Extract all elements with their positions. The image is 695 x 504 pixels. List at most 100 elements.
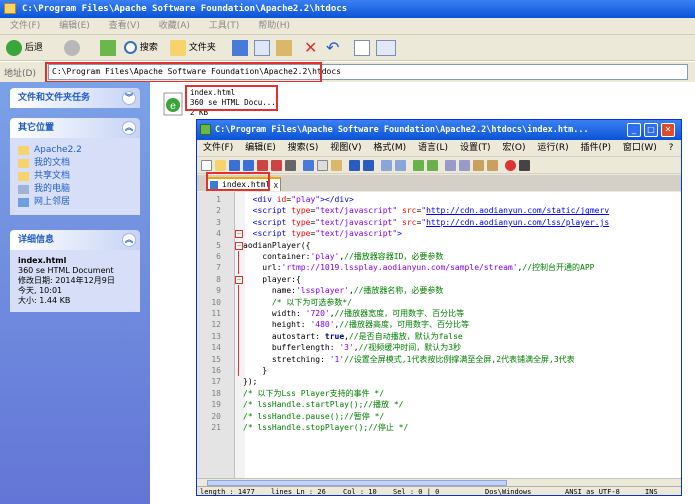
npp-menu-edit[interactable]: 编辑(E) [245, 143, 276, 153]
npp-menu-search[interactable]: 搜索(S) [288, 143, 319, 153]
show-symbols-icon[interactable] [473, 160, 484, 171]
forward-button[interactable] [64, 38, 80, 58]
find-icon[interactable] [381, 160, 392, 171]
status-length: length : 1477 [200, 488, 255, 496]
npp-menu-run[interactable]: 运行(R) [537, 143, 568, 153]
status-col: Col : 10 [343, 488, 377, 496]
ie-file-icon[interactable]: e [162, 92, 184, 116]
record-macro-icon[interactable] [505, 160, 516, 171]
horizontal-scrollbar[interactable] [197, 478, 681, 486]
places-panel-header[interactable]: 其它位置 ︽ [10, 118, 140, 138]
stop-macro-icon[interactable] [519, 160, 530, 171]
copy-icon[interactable] [317, 160, 328, 171]
detail-modified: 修改日期: 2014年12月9日 [18, 276, 115, 285]
status-encoding: ANSI as UTF-8 [565, 488, 620, 496]
place-my-documents[interactable]: 我的文档 [18, 157, 132, 170]
chevron-up-icon[interactable]: ︽ [122, 233, 136, 247]
save-icon[interactable] [229, 160, 240, 171]
zoom-out-icon[interactable] [427, 160, 438, 171]
menu-favorites[interactable]: 收藏(A) [159, 21, 190, 31]
code-line: 18/* 以下为Lss Player支持的事件 */ [211, 388, 385, 398]
npp-menu-plugins[interactable]: 插件(P) [581, 143, 611, 153]
copy-icon[interactable] [254, 40, 270, 56]
npp-menu-file[interactable]: 文件(F) [203, 143, 233, 153]
cut-icon[interactable] [303, 160, 314, 171]
close-file-icon[interactable] [257, 160, 268, 171]
back-button[interactable]: 后退 [6, 38, 43, 58]
code-line: 20/* lssHandle.pause();//暂停 */ [211, 411, 385, 421]
npp-menu-language[interactable]: 语言(L) [418, 143, 448, 153]
search-icon [124, 41, 137, 54]
code-line: 3 <script type="text/javascript" src="ht… [216, 217, 610, 227]
notepad-icon [200, 124, 211, 135]
tasks-panel: 文件和文件夹任务 ︾ [10, 88, 140, 108]
views-icon[interactable] [376, 40, 396, 56]
save-all-icon[interactable] [243, 160, 254, 171]
open-file-icon[interactable] [215, 160, 226, 171]
shared-folder-icon [18, 172, 29, 181]
code-line: 15 stretching: '1'//设置全屏模式,1代表按比例撑满至全屏,2… [211, 353, 575, 365]
svg-text:e: e [170, 101, 176, 112]
menu-tools[interactable]: 工具(T) [209, 21, 240, 31]
chevron-down-icon[interactable]: ︾ [122, 91, 136, 105]
status-ins: INS [645, 488, 658, 496]
place-apache[interactable]: Apache2.2 [18, 144, 132, 157]
cut-icon[interactable] [232, 40, 248, 56]
redo-icon[interactable] [363, 160, 374, 171]
code-line: 7 url:'rtmp://1019.lssplay.aodianyun.com… [216, 262, 595, 274]
places-panel: 其它位置 ︽ Apache2.2 我的文档 共享文档 我的电脑 网上邻居 [10, 118, 140, 215]
code-line: 13 autostart: true,//是否自动播放，默认为false [211, 330, 463, 343]
place-my-computer[interactable]: 我的电脑 [18, 183, 132, 196]
search-button[interactable]: 搜索 [124, 38, 158, 58]
code-editor[interactable]: 1 <div id="play"></div> 2 <script type="… [197, 192, 681, 478]
detail-type: 360 se HTML Document [18, 266, 114, 275]
details-panel-header[interactable]: 详细信息 ︽ [10, 230, 140, 250]
print-icon[interactable] [285, 160, 296, 171]
paste-icon[interactable] [331, 160, 342, 171]
maximize-button[interactable]: □ [644, 123, 658, 137]
replace-icon[interactable] [395, 160, 406, 171]
code-line: 10 /* 以下为可选参数*/ [211, 296, 352, 308]
delete-icon[interactable]: ✕ [304, 40, 320, 56]
sync-scroll-icon[interactable] [445, 160, 456, 171]
code-line: 8− player:{ [216, 274, 301, 284]
code-line: 11 width: '720',//播放器宽度，可用数字、百分比等 [211, 308, 465, 320]
menu-edit[interactable]: 编辑(E) [59, 21, 90, 31]
npp-menu-view[interactable]: 视图(V) [330, 143, 361, 153]
undo-icon[interactable]: ↶ [326, 40, 342, 56]
code-line: 19/* lssHandle.startPlay();//播放 */ [211, 400, 404, 410]
wrap-icon[interactable] [459, 160, 470, 171]
tab-close-icon[interactable]: X [274, 180, 278, 192]
tasks-panel-header[interactable]: 文件和文件夹任务 ︾ [10, 88, 140, 108]
close-all-icon[interactable] [271, 160, 282, 171]
explorer-title: C:\Program Files\Apache Software Foundat… [22, 4, 348, 14]
indent-guide-icon[interactable] [487, 160, 498, 171]
code-line: 1 <div id="play"></div> [216, 195, 354, 204]
menu-file[interactable]: 文件(F) [10, 21, 40, 31]
npp-menu-macro[interactable]: 宏(O) [502, 143, 525, 153]
place-network[interactable]: 网上邻居 [18, 196, 132, 209]
place-shared-documents[interactable]: 共享文档 [18, 170, 132, 183]
folders-button[interactable]: 文件夹 [170, 38, 216, 58]
npp-menu-window[interactable]: 窗口(W) [623, 143, 657, 153]
close-button[interactable]: ✕ [661, 123, 675, 137]
code-line: 21/* lssHandle.stopPlayer();//停止 */ [211, 423, 409, 432]
minimize-button[interactable]: _ [627, 123, 641, 137]
menu-help[interactable]: 帮助(H) [258, 21, 290, 31]
computer-icon [18, 185, 29, 194]
undo-icon[interactable] [349, 160, 360, 171]
notepad-title-bar: C:\Program Files\Apache Software Foundat… [197, 120, 681, 140]
menu-view[interactable]: 查看(V) [109, 21, 140, 31]
code-line: 4− <script type="text/javascript"> [216, 229, 402, 239]
up-folder-icon[interactable] [100, 40, 116, 56]
folders-icon [170, 39, 186, 56]
properties-icon[interactable] [354, 40, 370, 56]
new-file-icon[interactable] [201, 160, 212, 171]
paste-icon[interactable] [276, 40, 292, 56]
npp-menu-help[interactable]: ? [669, 143, 674, 153]
status-eol: Dos\Windows [485, 488, 532, 496]
chevron-up-icon[interactable]: ︽ [122, 121, 136, 135]
zoom-in-icon[interactable] [413, 160, 424, 171]
npp-menu-format[interactable]: 格式(M) [373, 143, 406, 153]
npp-menu-settings[interactable]: 设置(T) [460, 143, 491, 153]
